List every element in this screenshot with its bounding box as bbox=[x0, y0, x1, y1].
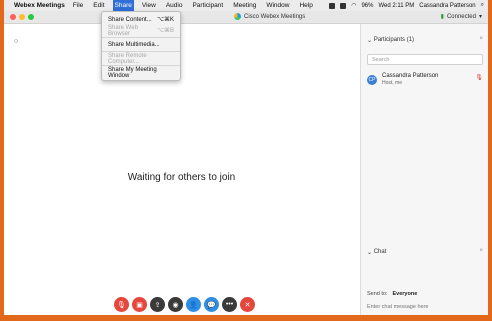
chevron-down-icon: ▾ bbox=[478, 14, 482, 20]
menu-item-label: Share Content... bbox=[108, 16, 152, 23]
menu-view[interactable]: View bbox=[140, 0, 158, 11]
participant-role: Host, me bbox=[382, 80, 403, 86]
send-to-label: Send to: bbox=[367, 291, 388, 297]
participants-button[interactable]: 👤 bbox=[186, 297, 201, 312]
menu-item-share-my-meeting-window[interactable]: Share My Meeting Window bbox=[102, 66, 180, 79]
menu-item-label: Share Web Browser bbox=[108, 24, 138, 37]
menu-bar: Webex Meetings File Edit Share View Audi… bbox=[4, 0, 488, 11]
participants-title: Participants (1) bbox=[373, 37, 415, 43]
battery-level[interactable]: 96% bbox=[361, 3, 373, 9]
participant-row[interactable]: CP Cassandra Patterson Host, me 🎙 bbox=[367, 72, 483, 90]
close-window-button[interactable] bbox=[10, 14, 16, 20]
menu-meeting[interactable]: Meeting bbox=[231, 0, 258, 11]
screen: Webex Meetings File Edit Share View Audi… bbox=[4, 0, 488, 315]
close-icon[interactable]: × bbox=[479, 248, 483, 254]
share-button[interactable]: ⇪ bbox=[150, 297, 165, 312]
signal-icon: ▮ bbox=[440, 14, 444, 20]
window-title-text: Cisco Webex Meetings bbox=[244, 13, 306, 20]
record-button[interactable]: ◉ bbox=[168, 297, 183, 312]
menu-item-shortcut: ⌥⌘K bbox=[157, 17, 174, 23]
status-tray: ◠ 96% Wed 2:11 PM Cassandra Patterson ⌕ bbox=[329, 0, 484, 11]
meeting-controls: 🎙 ▣ ⇪ ◉ 👤 💬 ••• ✕ bbox=[114, 297, 255, 312]
microphone-icon: 🎙 bbox=[117, 301, 126, 309]
leave-button[interactable]: ✕ bbox=[240, 297, 255, 312]
participants-header[interactable]: ⌄ Participants (1) × bbox=[361, 34, 488, 46]
menu-edit[interactable]: Edit bbox=[91, 0, 106, 11]
menu-item-shortcut: ⌥⌘B bbox=[157, 28, 174, 34]
window-title: Cisco Webex Meetings bbox=[234, 13, 305, 20]
user-name[interactable]: Cassandra Patterson bbox=[419, 3, 475, 9]
minimize-window-button[interactable] bbox=[19, 14, 25, 20]
menu-item-share-web-browser: Share Web Browser ⌥⌘B bbox=[102, 24, 180, 37]
avatar: CP bbox=[367, 75, 377, 85]
side-panel: ⌄ Participants (1) × CP Cassandra Patter… bbox=[360, 24, 488, 315]
meeting-stage: ○ Waiting for others to join 🎙 ▣ ⇪ ◉ 👤 💬 ••• ✕ bbox=[4, 24, 359, 315]
close-icon: ✕ bbox=[244, 301, 251, 309]
more-icon: ••• bbox=[225, 301, 234, 308]
participant-name: Cassandra Patterson bbox=[382, 73, 439, 79]
waiting-message: Waiting for others to join bbox=[127, 172, 236, 183]
chat-button[interactable]: 💬 bbox=[204, 297, 219, 312]
menu-window[interactable]: Window bbox=[264, 0, 291, 11]
chat-header[interactable]: ⌄ Chat × bbox=[361, 246, 488, 258]
record-icon: ◉ bbox=[172, 301, 179, 309]
menu-item-label: Share Multimedia... bbox=[108, 41, 160, 48]
tray-app-icon[interactable] bbox=[340, 2, 347, 9]
menu-item-share-remote-computer: Share Remote Computer... bbox=[102, 52, 180, 65]
menu-app-name[interactable]: Webex Meetings bbox=[14, 2, 65, 9]
video-button[interactable]: ▣ bbox=[132, 297, 147, 312]
webex-logo-icon bbox=[234, 13, 241, 20]
tray-app-icon[interactable] bbox=[329, 2, 336, 9]
person-icon: 👤 bbox=[189, 301, 198, 309]
video-icon: ▣ bbox=[136, 301, 143, 309]
zoom-window-button[interactable] bbox=[28, 14, 34, 20]
menu-divider bbox=[102, 37, 180, 38]
connection-status[interactable]: ▮ Connected ▾ bbox=[440, 13, 482, 21]
menu-participant[interactable]: Participant bbox=[190, 0, 225, 11]
menu-item-label: Share My Meeting Window bbox=[108, 66, 157, 79]
chevron-down-icon: ⌄ bbox=[367, 249, 374, 256]
participant-search-input[interactable] bbox=[367, 54, 483, 65]
search-icon[interactable]: ⌕ bbox=[481, 2, 484, 9]
menu-file[interactable]: File bbox=[71, 0, 85, 11]
share-menu-dropdown: Share Content... ⌥⌘K Share Web Browser ⌥… bbox=[101, 11, 181, 81]
send-to-select[interactable]: Everyone bbox=[393, 291, 418, 297]
connection-status-text: Connected bbox=[446, 13, 476, 20]
menu-item-share-content[interactable]: Share Content... ⌥⌘K bbox=[102, 14, 180, 25]
menu-item-share-multimedia[interactable]: Share Multimedia... bbox=[102, 39, 180, 50]
window-titlebar: Cisco Webex Meetings ▮ Connected ▾ bbox=[4, 11, 488, 24]
send-to-row: Send to: Everyone bbox=[367, 291, 483, 297]
more-button[interactable]: ••• bbox=[222, 297, 237, 312]
close-icon[interactable]: × bbox=[479, 36, 483, 42]
share-icon: ⇪ bbox=[154, 301, 161, 309]
menu-help[interactable]: Help bbox=[297, 0, 314, 11]
menu-share[interactable]: Share bbox=[112, 0, 134, 11]
chat-title: Chat bbox=[373, 249, 387, 255]
stage-indicator-icon[interactable]: ○ bbox=[14, 38, 18, 45]
menu-audio[interactable]: Audio bbox=[164, 0, 185, 11]
chat-message-input[interactable] bbox=[367, 301, 483, 312]
chat-icon: 💬 bbox=[207, 301, 216, 309]
clock[interactable]: Wed 2:11 PM bbox=[378, 3, 414, 9]
chevron-down-icon: ⌄ bbox=[367, 37, 374, 44]
menu-item-label: Share Remote Computer... bbox=[108, 52, 147, 65]
wifi-icon[interactable]: ◠ bbox=[351, 2, 356, 9]
microphone-muted-icon[interactable]: 🎙 bbox=[475, 74, 483, 81]
mute-button[interactable]: 🎙 bbox=[114, 297, 129, 312]
